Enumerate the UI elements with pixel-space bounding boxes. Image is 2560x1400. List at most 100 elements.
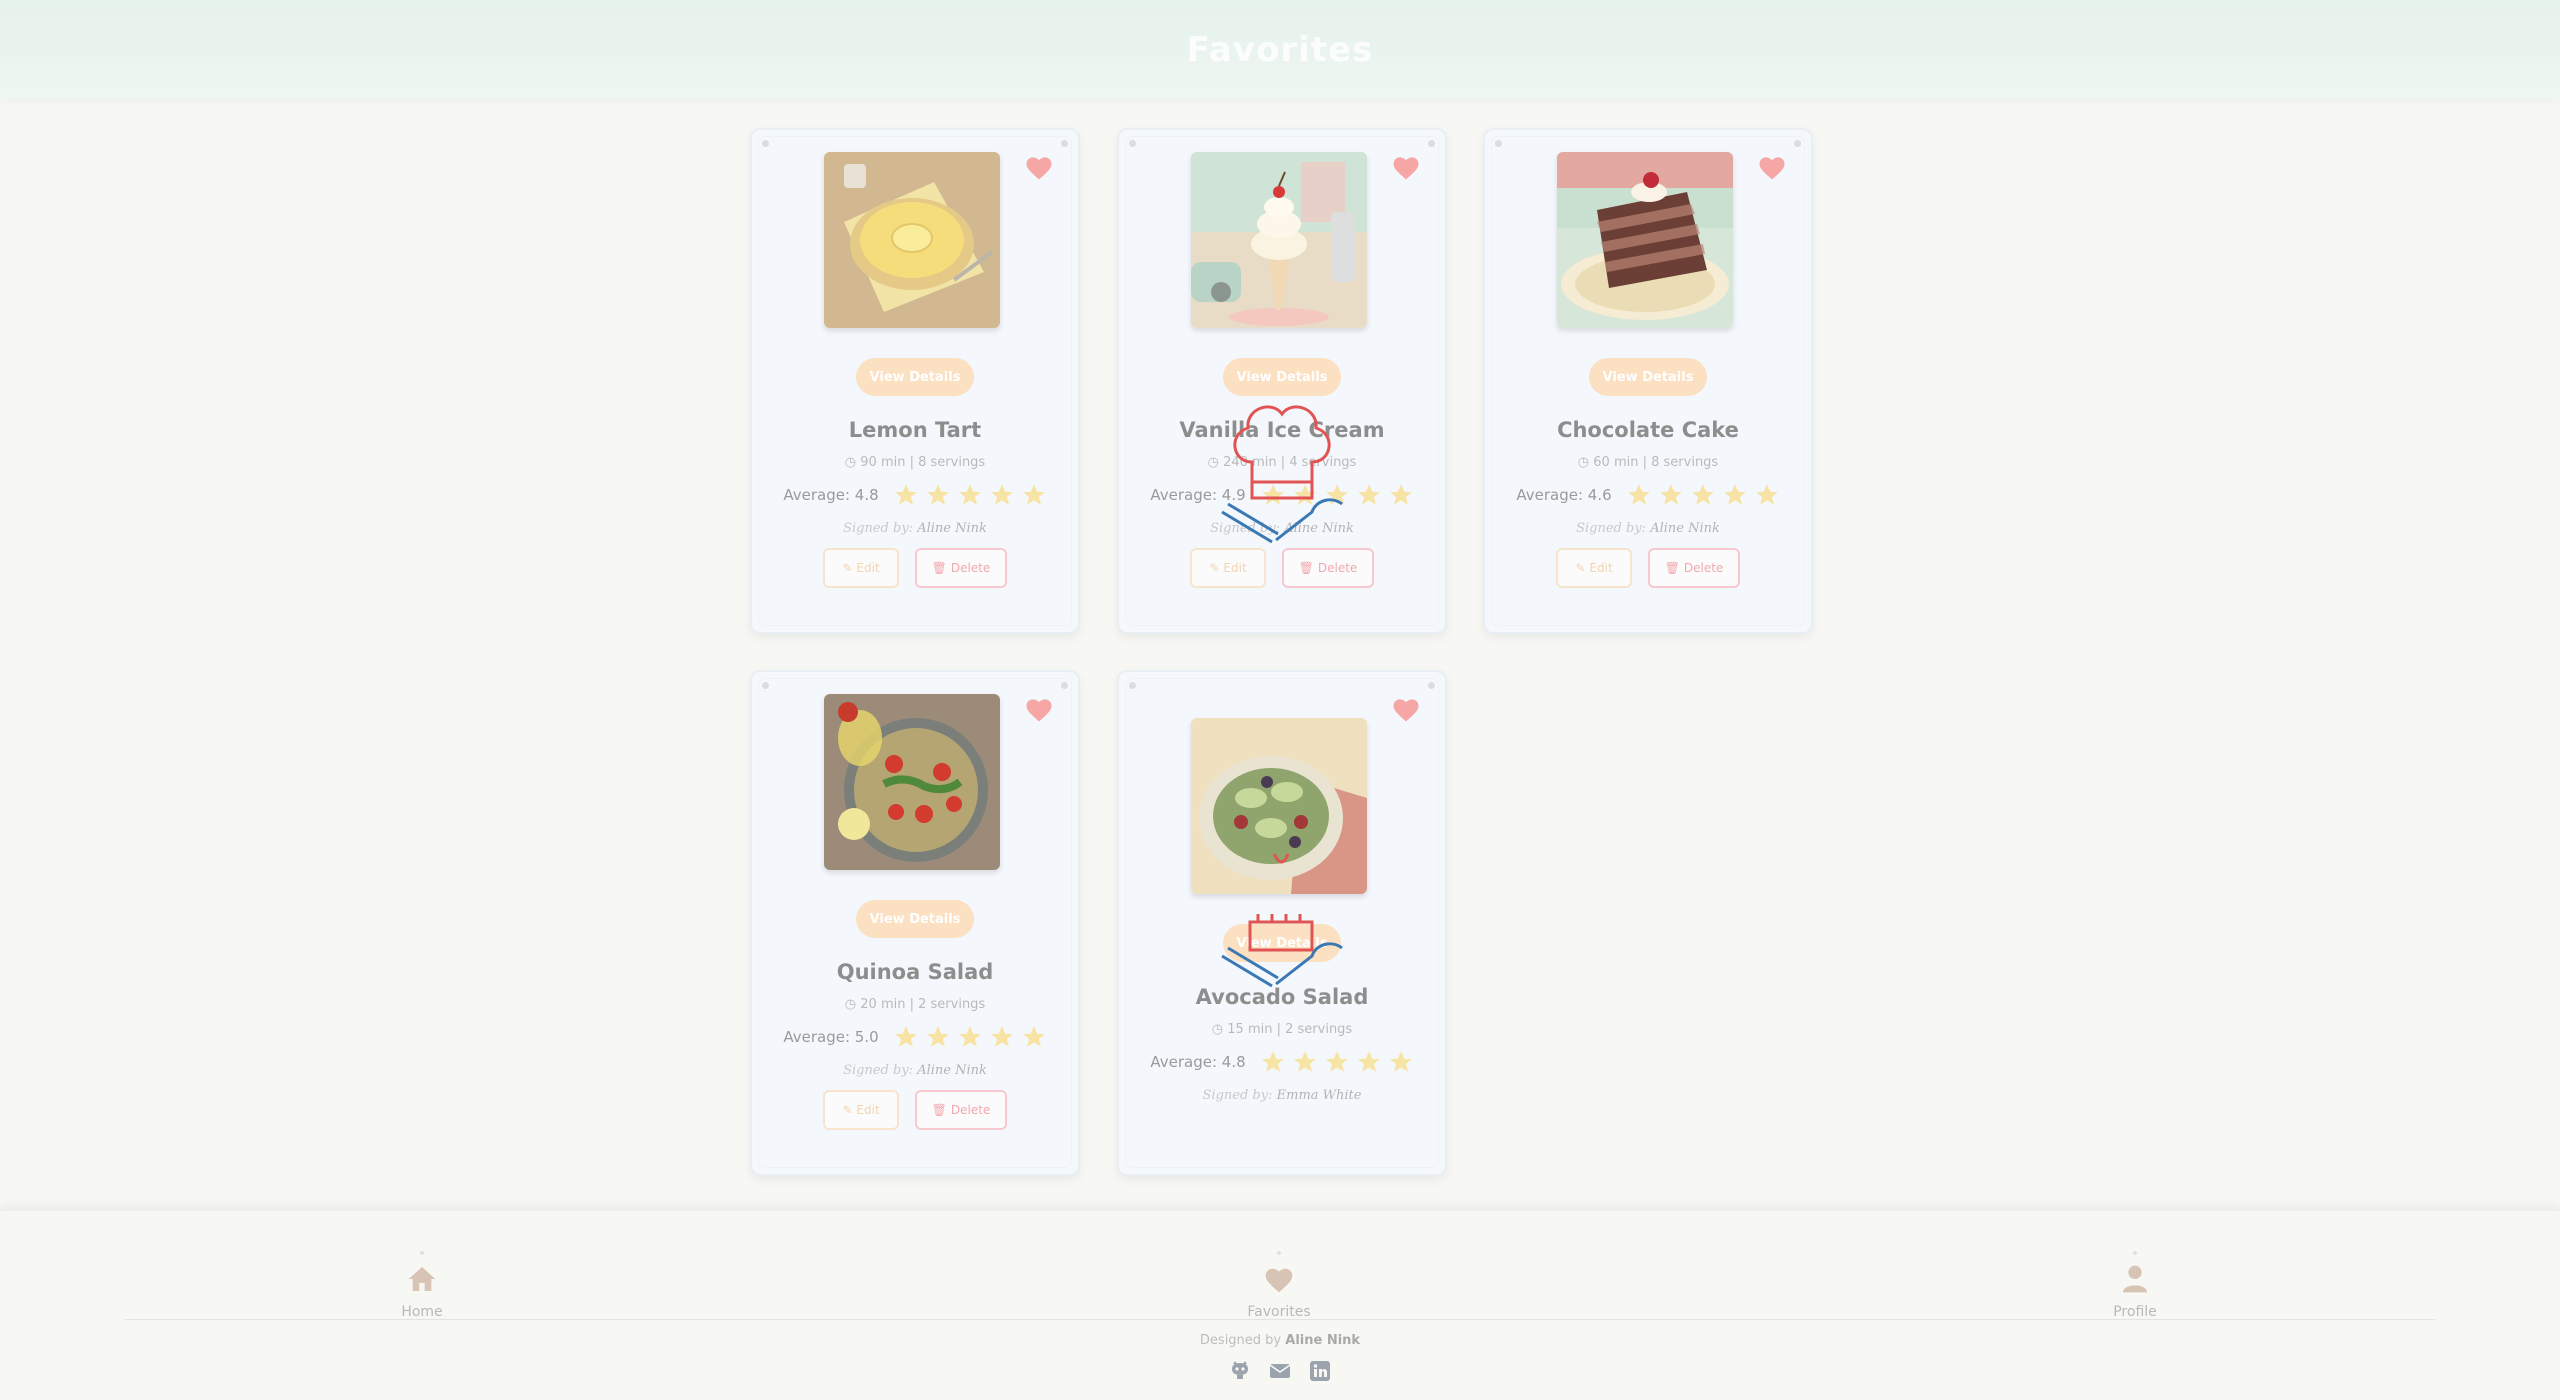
star-icon[interactable] xyxy=(989,482,1015,508)
signed-by: Signed by: Aline Nink xyxy=(1576,521,1720,536)
view-details-button[interactable]: View Details xyxy=(1223,358,1341,396)
star-icon[interactable] xyxy=(1658,482,1684,508)
favorite-heart-icon[interactable] xyxy=(1389,150,1423,184)
average-rating: Average: 4.6 xyxy=(1516,486,1612,504)
signed-by: Signed by: Emma White xyxy=(1202,1088,1362,1103)
view-details-button[interactable]: View Details xyxy=(856,358,974,396)
edit-icon: ✎ xyxy=(1209,561,1220,575)
edit-button[interactable]: ✎ Edit xyxy=(1190,548,1266,588)
card-actions: ✎ Edit 🗑 Delete xyxy=(752,548,1078,588)
page-title: Favorites xyxy=(1186,30,1374,70)
star-icon[interactable] xyxy=(1292,1049,1318,1075)
star-icon[interactable] xyxy=(1722,482,1748,508)
nav-profile[interactable]: Profile xyxy=(2075,1251,2195,1320)
recipe-title: Chocolate Cake xyxy=(1557,418,1739,442)
recipe-meta-text: 60 min | 8 servings xyxy=(1593,455,1719,470)
star-icon[interactable] xyxy=(1021,482,1047,508)
bottom-navigation: Home Favorites Profile Designed by Aline… xyxy=(0,1210,2560,1400)
star-icon[interactable] xyxy=(957,1024,983,1050)
chocolate-cake-image xyxy=(1557,152,1733,328)
star-icon[interactable] xyxy=(925,482,951,508)
star-icon[interactable] xyxy=(989,1024,1015,1050)
star-icon[interactable] xyxy=(893,482,919,508)
view-details-button[interactable]: View Details xyxy=(1589,358,1707,396)
social-links xyxy=(0,1359,2560,1383)
star-icon[interactable] xyxy=(957,482,983,508)
edit-icon: ✎ xyxy=(842,561,853,575)
card-dot xyxy=(1129,682,1136,689)
rating-row: Average: 4.8 xyxy=(1119,1049,1445,1075)
recipe-meta-text: 20 min | 2 servings xyxy=(860,997,986,1012)
delete-button[interactable]: 🗑 Delete xyxy=(915,1090,1007,1130)
nav-home[interactable]: Home xyxy=(362,1251,482,1320)
author-name: Aline Nink xyxy=(1650,521,1720,536)
edit-button[interactable]: ✎ Edit xyxy=(823,1090,899,1130)
card-dot xyxy=(1794,140,1801,147)
trash-icon: 🗑 xyxy=(1298,561,1314,575)
cake-utensils-icon xyxy=(1221,853,1343,988)
delete-button[interactable]: 🗑 Delete xyxy=(915,548,1007,588)
card-dot xyxy=(1428,140,1435,147)
view-details-button[interactable]: View Details xyxy=(856,900,974,938)
star-icon[interactable] xyxy=(1626,482,1652,508)
designer-name: Aline Nink xyxy=(1285,1333,1361,1348)
trash-icon: 🗑 xyxy=(931,561,947,575)
linkedin-icon[interactable] xyxy=(1308,1359,1332,1383)
star-icon[interactable] xyxy=(1324,1049,1350,1075)
favorite-heart-icon[interactable] xyxy=(1022,150,1056,184)
card-dot xyxy=(1129,140,1136,147)
rating-row: Average: 4.8 xyxy=(752,482,1078,508)
delete-button[interactable]: 🗑 Delete xyxy=(1648,548,1740,588)
star-icon[interactable] xyxy=(1356,1049,1382,1075)
delete-button[interactable]: 🗑 Delete xyxy=(1282,548,1374,588)
user-icon xyxy=(2123,1265,2147,1293)
recipe-title: Lemon Tart xyxy=(848,418,982,442)
author-name: Emma White xyxy=(1276,1088,1362,1103)
favorite-heart-icon[interactable] xyxy=(1022,692,1056,726)
card-actions: ✎ Edit 🗑 Delete xyxy=(1485,548,1811,588)
recipe-card: View Details Lemon Tart ◷ 90 min | 8 ser… xyxy=(750,128,1080,634)
page-header: Favorites xyxy=(0,0,2560,100)
nav-favorites-label: Favorites xyxy=(1247,1304,1311,1320)
email-icon[interactable] xyxy=(1268,1359,1292,1383)
card-dot xyxy=(1495,140,1502,147)
edit-icon: ✎ xyxy=(1575,561,1586,575)
card-dot xyxy=(762,140,769,147)
clock-icon: ◷ xyxy=(1211,1022,1224,1037)
recipe-meta: ◷ 90 min | 8 servings xyxy=(752,455,1078,470)
clock-icon: ◷ xyxy=(844,997,857,1012)
average-rating: Average: 5.0 xyxy=(783,1028,879,1046)
average-rating: Average: 4.8 xyxy=(783,486,879,504)
vanilla-ice-cream-image xyxy=(1191,152,1367,328)
nav-favorites[interactable]: Favorites xyxy=(1219,1251,1339,1320)
star-icon[interactable] xyxy=(1388,482,1414,508)
edit-button[interactable]: ✎ Edit xyxy=(823,548,899,588)
star-icon[interactable] xyxy=(1690,482,1716,508)
signed-by: Signed by: Aline Nink xyxy=(843,1063,987,1078)
card-dot xyxy=(1428,682,1435,689)
github-icon[interactable] xyxy=(1228,1359,1252,1383)
home-icon xyxy=(408,1267,436,1291)
designed-by: Designed by Aline Nink xyxy=(1199,1333,1361,1348)
star-icon[interactable] xyxy=(1388,1049,1414,1075)
author-name: Aline Nink xyxy=(917,521,987,536)
author-name: Aline Nink xyxy=(917,1063,987,1078)
recipe-title: Quinoa Salad xyxy=(836,960,994,984)
clock-icon: ◷ xyxy=(1577,455,1590,470)
star-icon[interactable] xyxy=(1754,482,1780,508)
star-icon[interactable] xyxy=(1021,1024,1047,1050)
star-icon[interactable] xyxy=(1260,1049,1286,1075)
favorite-heart-icon[interactable] xyxy=(1389,692,1423,726)
star-icon[interactable] xyxy=(893,1024,919,1050)
favorite-heart-icon[interactable] xyxy=(1755,150,1789,184)
nav-home-label: Home xyxy=(401,1304,443,1320)
star-icon[interactable] xyxy=(925,1024,951,1050)
trash-icon: 🗑 xyxy=(1664,561,1680,575)
quinoa-salad-image xyxy=(824,694,1000,870)
card-dot xyxy=(1061,140,1068,147)
star-icon[interactable] xyxy=(1356,482,1382,508)
footer-divider xyxy=(125,1319,2435,1320)
average-rating: Average: 4.8 xyxy=(1150,1053,1246,1071)
edit-icon: ✎ xyxy=(842,1103,853,1117)
edit-button[interactable]: ✎ Edit xyxy=(1556,548,1632,588)
